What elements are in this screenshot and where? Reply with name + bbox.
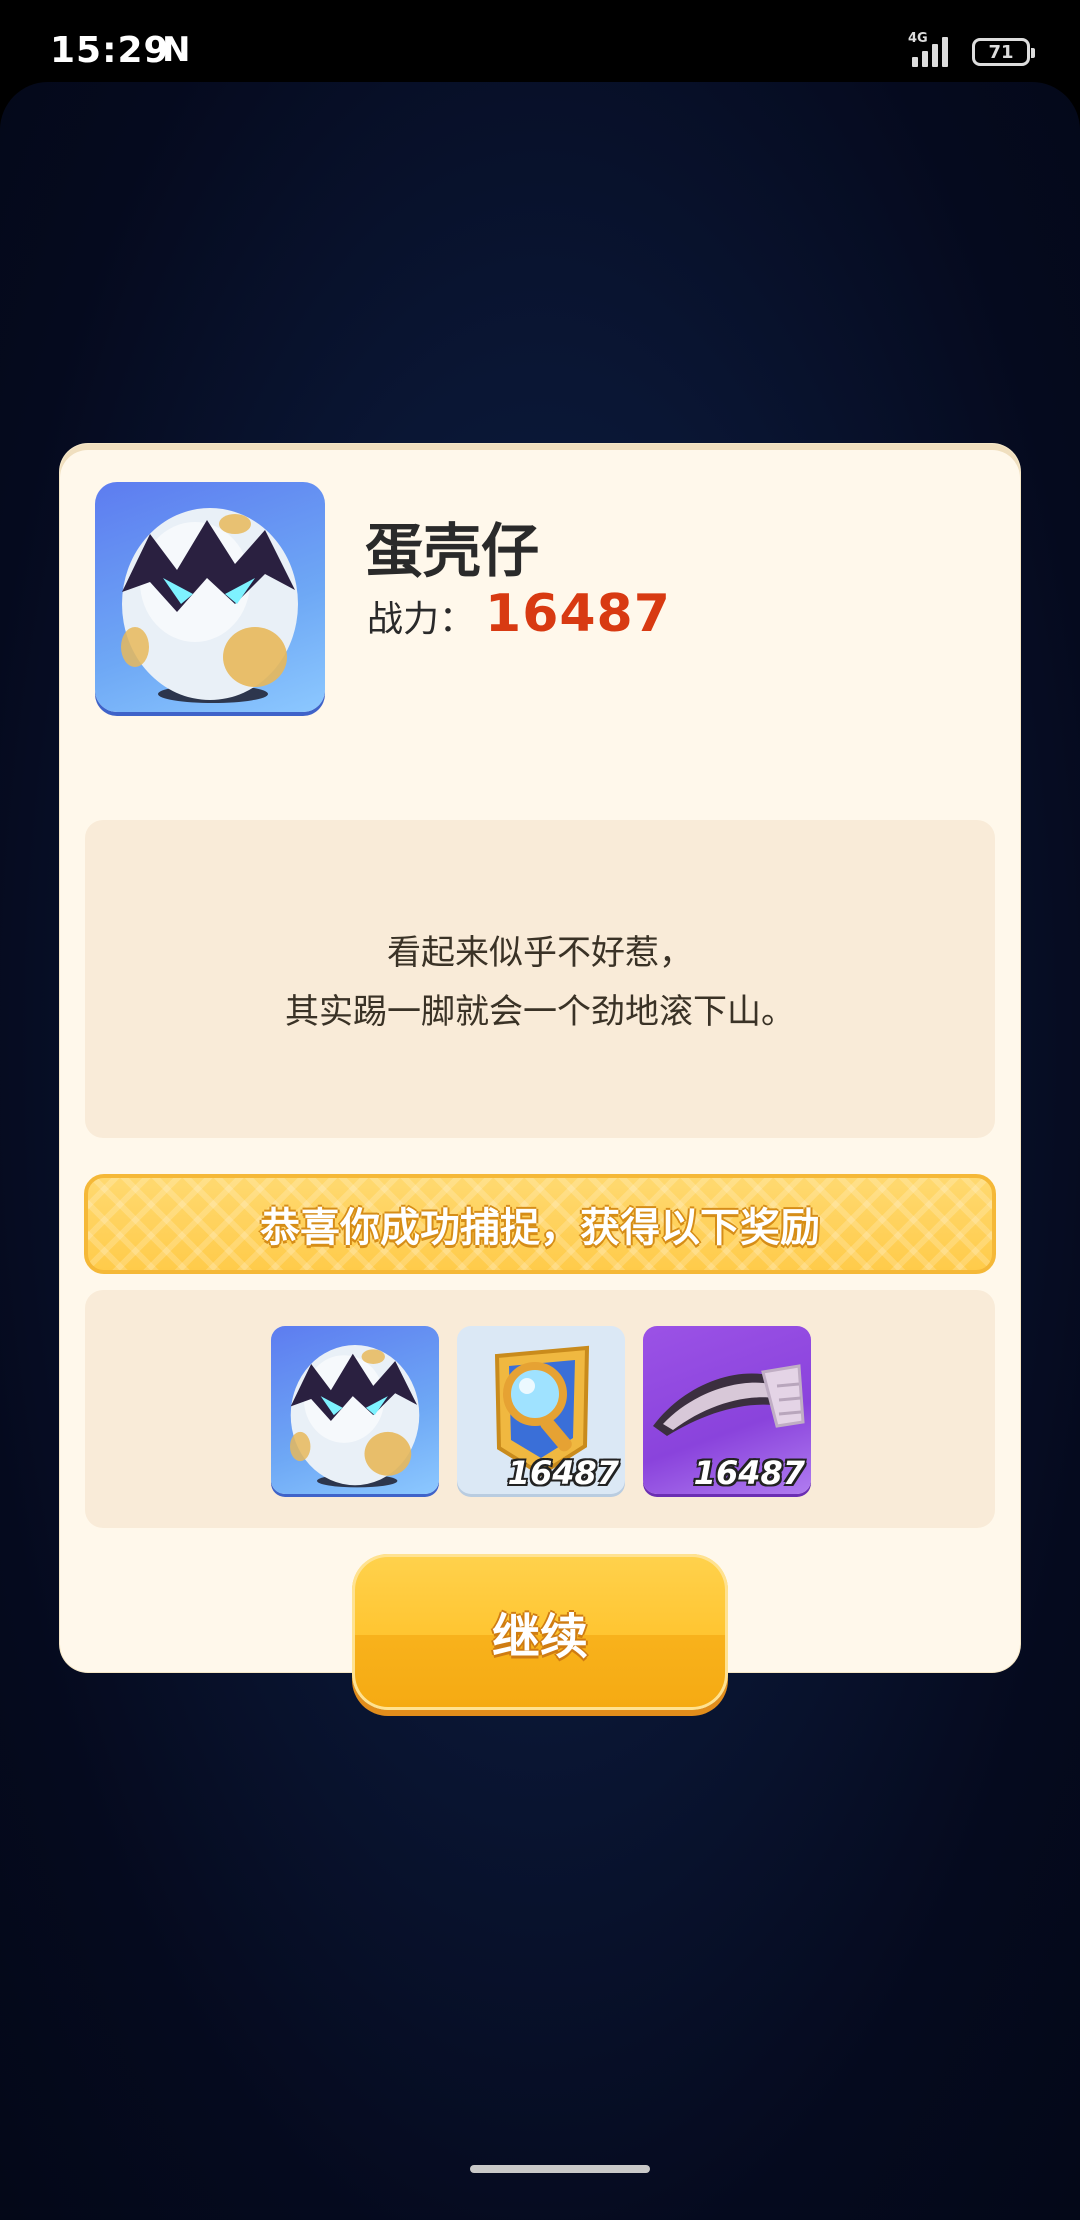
description-line-2: 其实踢一脚就会一个劲地滚下山。 xyxy=(285,992,795,1032)
reward-item-magnifier-card[interactable]: 16487 xyxy=(457,1326,625,1494)
home-indicator[interactable] xyxy=(470,2165,650,2173)
reward-banner: 恭喜你成功捕捉，获得以下奖励 xyxy=(84,1174,996,1274)
screen: 15:29 N 4G 71 蛋壳仔 战力： 16487 看起来似乎不好惹， 其实… xyxy=(0,0,1080,2220)
notification-icon: N xyxy=(162,30,191,70)
reward-item-horn[interactable]: 16487 xyxy=(643,1326,811,1494)
signal-icon: 4G xyxy=(908,31,956,69)
battery-level: 71 xyxy=(988,41,1014,63)
battery-icon: 71 xyxy=(972,38,1035,66)
pet-name: 蛋壳仔 xyxy=(365,517,540,585)
capture-result-dialog: 蛋壳仔 战力： 16487 看起来似乎不好惹， 其实踢一脚就会一个劲地滚下山。 … xyxy=(60,444,1020,1710)
reward-item-pet[interactable] xyxy=(271,1326,439,1494)
status-right: 4G 71 xyxy=(908,31,1035,70)
reward-list: 16487 16487 xyxy=(85,1290,995,1528)
egg-pet-icon xyxy=(289,1344,420,1488)
continue-label: 继续 xyxy=(491,1609,588,1665)
reward-banner-text: 恭喜你成功捕捉，获得以下奖励 xyxy=(260,1205,820,1251)
description-line-1: 看起来似乎不好惹， xyxy=(387,933,693,973)
power-value: 16487 xyxy=(485,584,671,644)
pet-avatar xyxy=(95,482,325,712)
power-row: 战力： 16487 xyxy=(367,584,671,644)
power-label: 战力： xyxy=(367,599,476,640)
reward-count: 16487 xyxy=(693,1454,805,1492)
continue-button[interactable]: 继续 xyxy=(352,1554,728,1710)
description-box: 看起来似乎不好惹， 其实踢一脚就会一个劲地滚下山。 xyxy=(85,820,995,1138)
network-type: 4G xyxy=(908,31,928,46)
reward-count: 16487 xyxy=(507,1454,619,1492)
egg-pet-icon xyxy=(121,508,298,703)
status-time: 15:29 xyxy=(50,30,170,71)
status-bar: 15:29 N 4G 71 xyxy=(0,0,1080,92)
